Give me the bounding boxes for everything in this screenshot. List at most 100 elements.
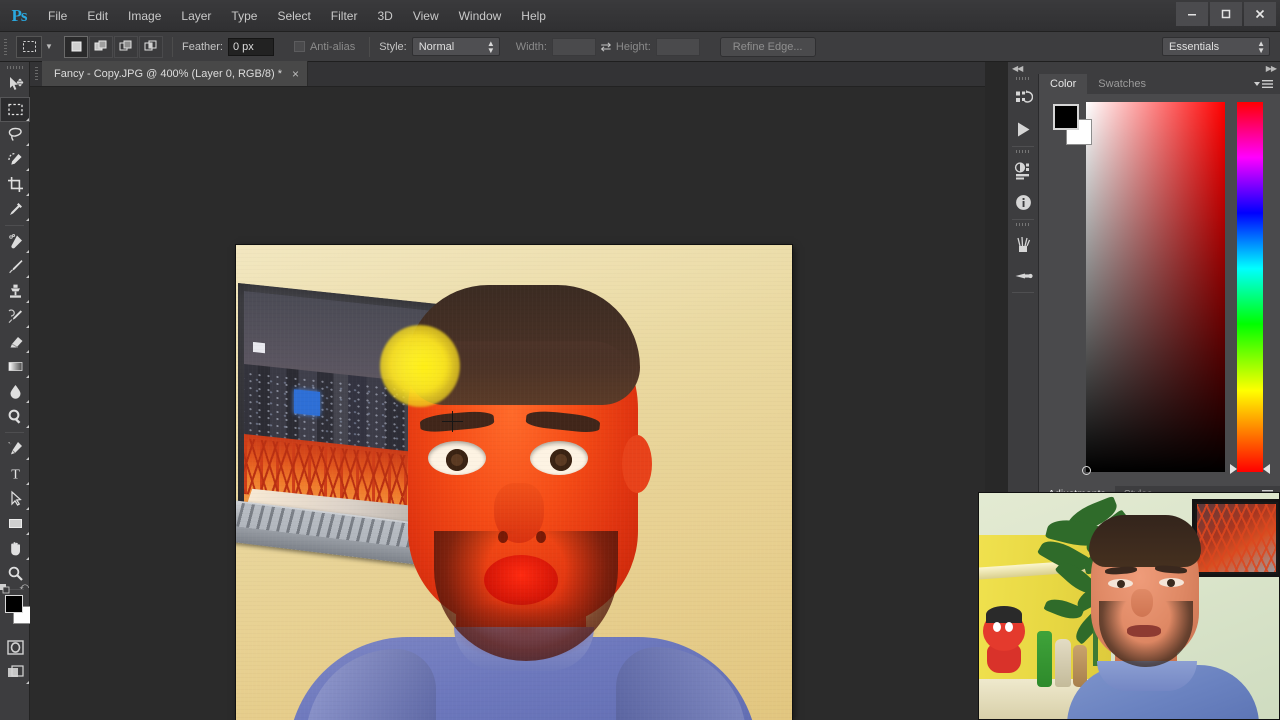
rail-grip-2[interactable] xyxy=(1008,147,1038,156)
quick-selection-tool[interactable] xyxy=(0,147,30,172)
flyout-triangle-icon xyxy=(26,325,29,328)
menu-item-file[interactable]: File xyxy=(38,0,77,32)
edit-in-quick-mask-mode-button[interactable] xyxy=(0,635,30,660)
webcam-green-bottle xyxy=(1037,631,1052,687)
rail-grip-3[interactable] xyxy=(1008,220,1038,229)
flyout-triangle-icon xyxy=(26,250,29,253)
collapse-panels-right-icon[interactable]: ▶▶ xyxy=(1266,64,1277,73)
document-canvas[interactable] xyxy=(30,87,985,720)
minimize-button[interactable] xyxy=(1176,2,1208,26)
close-icon[interactable]: × xyxy=(292,67,299,81)
gradient-tool[interactable] xyxy=(0,354,30,379)
menu-item-edit[interactable]: Edit xyxy=(77,0,118,32)
title-bar: Ps File Edit Image Layer Type Select Fil… xyxy=(0,0,1280,32)
lasso-tool[interactable] xyxy=(0,122,30,147)
tab-color[interactable]: Color xyxy=(1039,74,1088,94)
hand-tool[interactable] xyxy=(0,536,30,561)
intersect-with-selection-button[interactable] xyxy=(139,35,163,58)
flyout-triangle-icon xyxy=(26,193,29,196)
blur-tool[interactable] xyxy=(0,379,30,404)
path-selection-tool[interactable] xyxy=(0,486,30,511)
maximize-button[interactable] xyxy=(1210,2,1242,26)
adjustments-panel-icon[interactable] xyxy=(1008,156,1039,187)
brush-presets-panel-icon[interactable] xyxy=(1008,260,1039,291)
crop-tool[interactable] xyxy=(0,172,30,197)
close-button[interactable] xyxy=(1244,2,1276,26)
tab-swatches[interactable]: Swatches xyxy=(1087,74,1157,94)
history-panel-icon[interactable] xyxy=(1008,83,1039,114)
webcam-framed-picture xyxy=(1192,499,1279,577)
active-tool-preset-icon[interactable] xyxy=(16,35,42,58)
rail-grip-1[interactable] xyxy=(1008,74,1038,83)
spot-healing-brush-tool[interactable] xyxy=(0,229,30,254)
color-panel-menu-icon[interactable] xyxy=(1254,74,1280,94)
clone-stamp-tool[interactable] xyxy=(0,279,30,304)
rectangular-marquee-tool[interactable] xyxy=(0,97,30,122)
menu-item-type[interactable]: Type xyxy=(221,0,267,32)
artwork-screen-blue-sign xyxy=(293,389,320,416)
eyedropper-tool[interactable] xyxy=(0,197,30,222)
anti-alias-checkbox[interactable] xyxy=(293,41,305,52)
options-bar-grip[interactable] xyxy=(0,32,10,62)
menu-item-view[interactable]: View xyxy=(403,0,449,32)
color-panel-foreground-swatch[interactable] xyxy=(1053,104,1079,130)
change-screen-mode-button[interactable] xyxy=(0,660,30,685)
artwork-screen-white-sign xyxy=(253,341,266,354)
menu-item-filter[interactable]: Filter xyxy=(321,0,368,32)
hue-slider[interactable] xyxy=(1230,102,1270,474)
move-tool[interactable] xyxy=(0,72,30,97)
dodge-tool[interactable] xyxy=(0,404,30,429)
menu-item-3d[interactable]: 3D xyxy=(367,0,402,32)
pen-tool[interactable] xyxy=(0,436,30,461)
width-input[interactable] xyxy=(551,37,596,56)
document-tab[interactable]: Fancy - Copy.JPG @ 400% (Layer 0, RGB/8)… xyxy=(42,61,309,86)
height-input[interactable] xyxy=(655,37,700,56)
collapse-panels-left-icon[interactable]: ◀◀ xyxy=(1012,64,1023,73)
swap-colors-icon[interactable]: ⤺ xyxy=(19,581,29,592)
flyout-triangle-icon xyxy=(26,482,29,485)
flyout-triangle-icon xyxy=(26,507,29,510)
foreground-color-swatch[interactable] xyxy=(5,595,23,613)
history-brush-tool[interactable] xyxy=(0,304,30,329)
tool-preset-chevron-down-icon[interactable]: ▼ xyxy=(42,36,56,58)
webcam-pupil-left xyxy=(1117,580,1125,588)
svg-text:T: T xyxy=(11,468,20,482)
workspace-select-value: Essentials xyxy=(1169,40,1220,53)
rail-divider-3 xyxy=(1012,292,1034,293)
menu-item-layer[interactable]: Layer xyxy=(171,0,221,32)
toolbox-grip[interactable] xyxy=(0,62,29,72)
menu-item-select[interactable]: Select xyxy=(267,0,320,32)
info-panel-icon[interactable] xyxy=(1008,187,1039,218)
workspace-switcher: Essentials ▲ ▼ xyxy=(1162,37,1270,56)
refine-edge-button[interactable]: Refine Edge... xyxy=(719,36,816,57)
anti-alias-label: Anti-alias xyxy=(309,40,356,53)
style-select[interactable]: Normal ▲ ▼ xyxy=(411,37,500,56)
document-tab-grip[interactable] xyxy=(30,61,42,86)
hue-slider-marker-right xyxy=(1263,464,1270,474)
add-to-selection-button[interactable] xyxy=(89,35,113,58)
flyout-triangle-icon xyxy=(26,400,29,403)
new-selection-button[interactable] xyxy=(64,35,88,58)
menu-item-help[interactable]: Help xyxy=(511,0,556,32)
flyout-triangle-icon xyxy=(26,168,29,171)
actions-panel-icon[interactable] xyxy=(1008,114,1039,145)
horizontal-type-tool[interactable]: T xyxy=(0,461,30,486)
color-field[interactable] xyxy=(1082,102,1225,475)
options-divider-2 xyxy=(369,36,371,57)
workspace-select[interactable]: Essentials ▲ ▼ xyxy=(1162,37,1270,56)
feather-input[interactable]: 0 px xyxy=(227,37,274,56)
image-document[interactable] xyxy=(236,245,792,720)
height-label: Height: xyxy=(615,40,651,53)
flyout-triangle-icon xyxy=(26,218,29,221)
eraser-tool[interactable] xyxy=(0,329,30,354)
menu-item-window[interactable]: Window xyxy=(449,0,512,32)
rectangle-tool[interactable] xyxy=(0,511,30,536)
menu-item-image[interactable]: Image xyxy=(118,0,171,32)
brush-panel-icon[interactable] xyxy=(1008,229,1039,260)
subtract-from-selection-button[interactable] xyxy=(114,35,138,58)
webcam-video-overlay[interactable] xyxy=(978,492,1280,720)
swap-width-height-icon[interactable]: ⇄ xyxy=(596,39,616,55)
window-controls xyxy=(1176,2,1276,26)
selection-mode-group xyxy=(64,35,163,58)
brush-tool[interactable] xyxy=(0,254,30,279)
